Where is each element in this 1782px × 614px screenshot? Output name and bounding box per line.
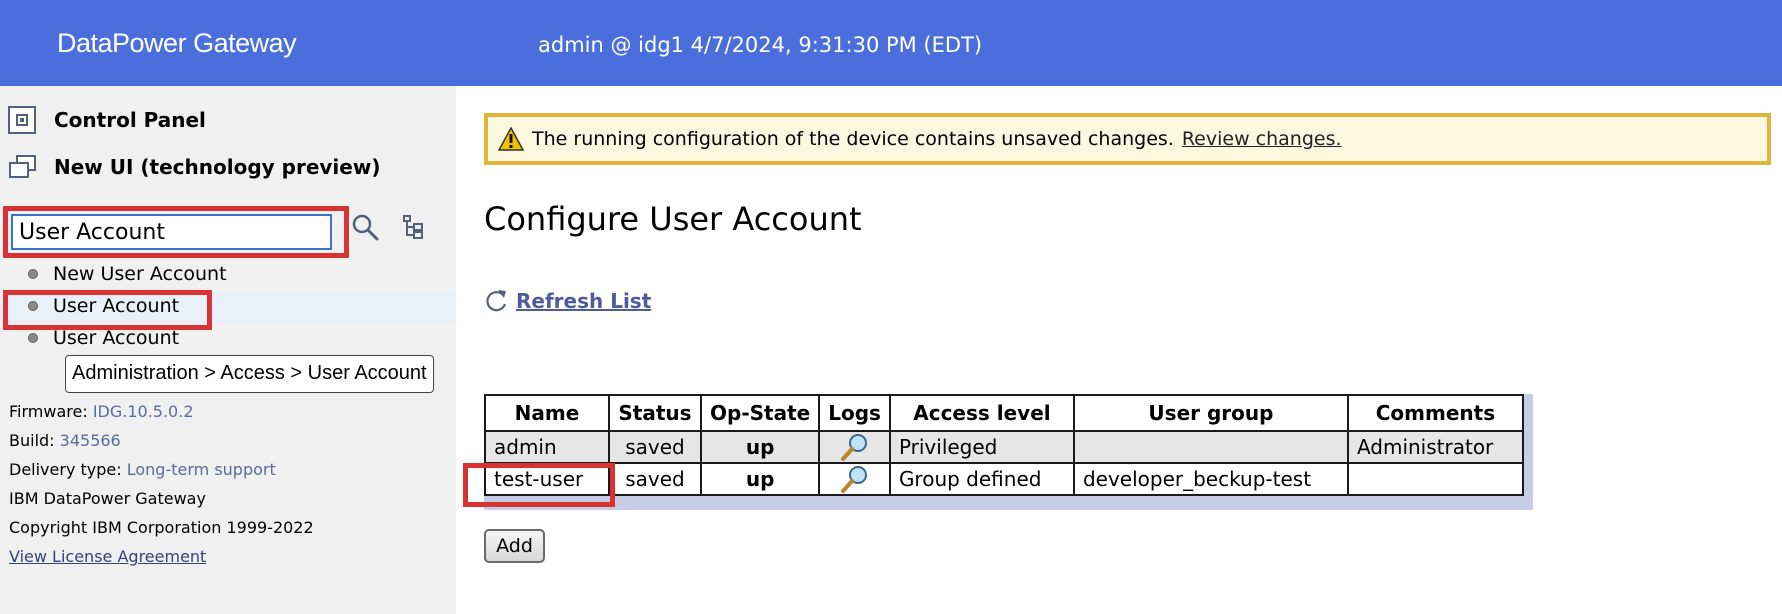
search-result-user-account-2[interactable]: User Account [0,322,456,354]
build-value: 345566 [59,431,121,450]
comments-cell [1346,462,1524,496]
column-header[interactable]: Comments [1346,394,1524,432]
delivery-info: Delivery type: Long-term support [9,460,276,479]
access-level-cell: Privileged [888,430,1075,464]
build-label: Build: [9,431,55,450]
logs-cell [818,462,891,496]
user-account-table: Name Status Op-State Logs Access level U… [484,394,1524,496]
column-header[interactable]: Op-State [699,394,821,432]
search-input[interactable] [11,214,332,250]
brand-title: DataPower Gateway [57,28,297,58]
warning-icon [498,127,524,151]
add-button[interactable]: Add [484,529,545,563]
search-icon[interactable] [350,212,380,242]
access-level-cell: Group defined [888,462,1075,496]
column-header[interactable]: User group [1072,394,1349,432]
license-info: View License Agreement [9,547,206,566]
banner-text: The running configuration of the device … [532,128,1174,150]
delivery-value: Long-term support [126,460,276,479]
new-ui-label: New UI (technology preview) [54,155,381,179]
product-name: IBM DataPower Gateway [9,489,206,508]
bullet-icon [28,269,38,279]
copyright: Copyright IBM Corporation 1999-2022 [9,518,314,537]
session-info: admin @ idg1 4/7/2024, 9:31:30 PM (EDT) [538,33,983,57]
magnifier-icon[interactable] [840,464,870,494]
user-account-table-frame: Name Status Op-State Logs Access level U… [484,394,1533,510]
firmware-value: IDG.10.5.0.2 [92,402,194,421]
logs-cell [818,430,891,464]
row-highlight [463,463,615,507]
column-header[interactable]: Access level [888,394,1075,432]
table-row: admin saved up Privileged Administrator [484,430,1524,464]
search-result-new-user-account[interactable]: New User Account [0,258,456,290]
review-changes-link[interactable]: Review changes. [1182,128,1342,150]
control-panel-icon [8,106,36,134]
tree-view-icon[interactable] [401,214,427,240]
bullet-icon [28,333,38,343]
new-ui-link[interactable]: New UI (technology preview) [8,153,380,181]
status-cell: saved [608,462,702,496]
column-header[interactable]: Name [484,394,610,432]
refresh-list-link[interactable]: Refresh List [516,289,651,313]
delivery-label: Delivery type: [9,460,122,479]
refresh-list[interactable]: Refresh List [484,288,651,314]
firmware-info: Firmware: IDG.10.5.0.2 [9,402,194,421]
search-highlight [3,206,349,258]
user-group-cell: developer_beckup-test [1072,462,1349,496]
top-bar: DataPower Gateway admin @ idg1 4/7/2024,… [0,0,1782,86]
refresh-icon [486,290,507,312]
firmware-label: Firmware: [9,402,88,421]
op-state-cell: up [699,430,821,464]
user-name-link[interactable]: admin [484,430,610,464]
windows-icon [8,153,38,181]
magnifier-icon[interactable] [840,432,870,462]
path-tooltip: Administration > Access > User Account [65,355,434,393]
page-title: Configure User Account [484,200,862,238]
comments-cell: Administrator [1346,430,1524,464]
table-row: test-user saved up Group defined develop… [484,462,1524,496]
result-label: User Account [53,327,180,349]
license-link[interactable]: View License Agreement [9,547,206,566]
table-header-row: Name Status Op-State Logs Access level U… [484,394,1524,432]
control-panel-label: Control Panel [54,108,206,132]
column-header: Logs [818,394,891,432]
status-cell: saved [608,430,702,464]
op-state-cell: up [699,462,821,496]
unsaved-changes-banner: The running configuration of the device … [484,113,1771,165]
column-header[interactable]: Status [608,394,702,432]
user-group-cell [1072,430,1349,464]
result-label: New User Account [53,263,227,285]
build-info: Build: 345566 [9,431,121,450]
control-panel-link[interactable]: Control Panel [8,106,206,134]
